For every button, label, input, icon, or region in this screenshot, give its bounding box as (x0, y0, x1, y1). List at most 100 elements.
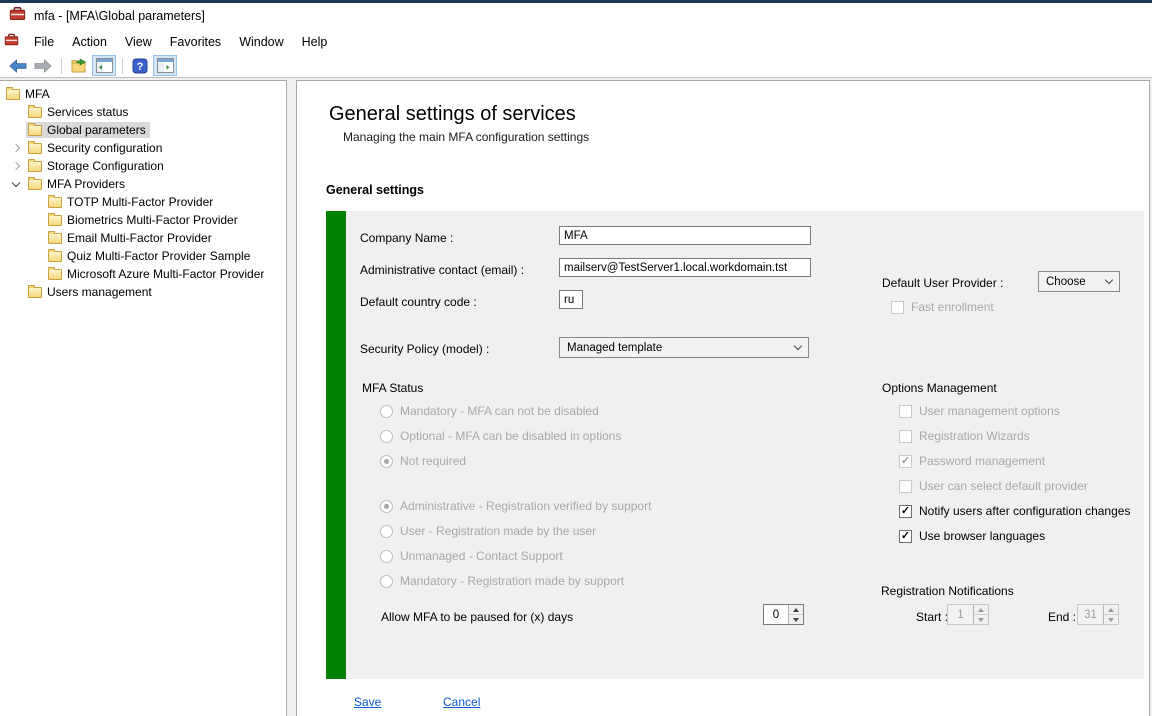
start-spinner[interactable]: 1 (947, 604, 989, 625)
back-icon[interactable] (6, 55, 30, 76)
page-subtitle: Managing the main MFA configuration sett… (343, 130, 589, 144)
end-spinner[interactable]: 31 (1077, 604, 1119, 625)
checkbox-registration-wizards[interactable]: Registration Wizards (899, 429, 1030, 443)
checkbox-user-management-options[interactable]: User management options (899, 404, 1060, 418)
end-value: 31 (1078, 605, 1103, 624)
registration-notifications-label: Registration Notifications (881, 584, 1014, 598)
radio-label: Unmanaged - Contact Support (400, 549, 563, 563)
checkbox-icon (899, 430, 912, 443)
radio-mfa-mandatory[interactable]: Mandatory - MFA can not be disabled (380, 404, 599, 418)
result-pane: General settings of services Managing th… (296, 80, 1150, 716)
tree-item-label: MFA (25, 87, 50, 101)
checkbox-notify-users[interactable]: Notify users after configuration changes (899, 504, 1130, 518)
radio-mfa-not-required[interactable]: Not required (380, 454, 466, 468)
chevron-down-icon[interactable] (8, 176, 24, 192)
mmc-window: mfa - [MFA\Global parameters] File Actio… (0, 0, 1152, 716)
checkbox-icon (899, 505, 912, 518)
cancel-button[interactable]: Cancel (443, 695, 480, 709)
folder-icon (6, 89, 20, 100)
menu-view[interactable]: View (116, 32, 161, 52)
radio-reg-administrative[interactable]: Administrative - Registration verified b… (380, 499, 651, 513)
spinner-down-icon[interactable] (789, 615, 803, 624)
forward-icon[interactable] (31, 55, 55, 76)
checkbox-label: Use browser languages (919, 529, 1045, 543)
default-user-provider-value: Choose (1046, 276, 1086, 288)
tree-item-mfa[interactable]: MFA (0, 85, 286, 103)
tree-item-services-status[interactable]: Services status (0, 103, 286, 121)
spinner-up-icon[interactable] (1104, 605, 1118, 615)
menu-window[interactable]: Window (230, 32, 292, 52)
tree-item-label: Users management (47, 285, 152, 299)
security-policy-select[interactable]: Managed template (559, 337, 809, 358)
tree-item-mfa-providers[interactable]: MFA Providers (0, 175, 286, 193)
tree-item-security-configuration[interactable]: Security configuration (0, 139, 286, 157)
tree-item-storage-configuration[interactable]: Storage Configuration (0, 157, 286, 175)
folder-icon (48, 269, 62, 280)
checkbox-label: User management options (919, 404, 1060, 418)
toolbar-separator (122, 58, 123, 74)
checkbox-label: Notify users after configuration changes (919, 504, 1130, 518)
menu-help[interactable]: Help (293, 32, 337, 52)
menu-favorites[interactable]: Favorites (161, 32, 230, 52)
tree-item-global-parameters[interactable]: Global parameters (0, 121, 286, 139)
checkbox-use-browser-languages[interactable]: Use browser languages (899, 529, 1045, 543)
checkbox-fast-enrollment[interactable]: Fast enrollment (891, 300, 994, 314)
default-user-provider-label: Default User Provider : (882, 276, 1003, 290)
radio-icon (380, 525, 393, 538)
menu-file[interactable]: File (25, 32, 63, 52)
folder-icon (28, 143, 42, 154)
radio-label: Not required (400, 454, 466, 468)
checkbox-icon (891, 301, 904, 314)
folder-icon (28, 287, 42, 298)
chevron-right-icon[interactable] (8, 158, 24, 174)
radio-mfa-optional[interactable]: Optional - MFA can be disabled in option… (380, 429, 621, 443)
folder-icon (48, 215, 62, 226)
show-action-pane-icon[interactable] (153, 55, 177, 76)
spinner-down-icon[interactable] (1104, 615, 1118, 624)
tree-item-label: Email Multi-Factor Provider (67, 231, 212, 245)
spinner-up-icon[interactable] (974, 605, 988, 615)
spinner-down-icon[interactable] (974, 615, 988, 624)
menu-action[interactable]: Action (63, 32, 116, 52)
radio-reg-user[interactable]: User - Registration made by the user (380, 524, 596, 538)
toolbox-icon (9, 5, 26, 27)
radio-reg-unmanaged[interactable]: Unmanaged - Contact Support (380, 549, 563, 563)
tree-item-totp-provider[interactable]: TOTP Multi-Factor Provider (0, 193, 286, 211)
save-button[interactable]: Save (354, 695, 381, 709)
section-header: General settings (326, 183, 424, 197)
menu-bar: File Action View Favorites Window Help (0, 29, 1152, 54)
chevron-down-icon (794, 342, 802, 350)
chevron-right-icon[interactable] (8, 140, 24, 156)
start-value: 1 (948, 605, 973, 624)
checkbox-password-management[interactable]: Password management (899, 454, 1045, 468)
radio-reg-mandatory[interactable]: Mandatory - Registration made by support (380, 574, 624, 588)
company-name-input[interactable]: MFA (559, 226, 811, 245)
tree-item-biometrics-provider[interactable]: Biometrics Multi-Factor Provider (0, 211, 286, 229)
country-code-input[interactable]: ru (559, 290, 583, 309)
radio-icon (380, 430, 393, 443)
export-list-icon[interactable] (67, 55, 91, 76)
help-icon[interactable]: ? (128, 55, 152, 76)
chevron-down-icon (1105, 276, 1113, 284)
admin-contact-input[interactable]: mailserv@TestServer1.local.workdomain.ts… (559, 258, 811, 277)
page-title: General settings of services (329, 103, 576, 126)
tree-item-azure-provider[interactable]: Microsoft Azure Multi-Factor Provider (0, 265, 286, 283)
folder-icon (28, 161, 42, 172)
title-bar: mfa - [MFA\Global parameters] (0, 3, 1152, 29)
show-console-tree-icon[interactable] (92, 55, 116, 76)
console-tree: MFA Services status Global parameters Se… (0, 80, 287, 716)
tree-item-users-management[interactable]: Users management (0, 283, 286, 301)
tree-item-quiz-provider[interactable]: Quiz Multi-Factor Provider Sample (0, 247, 286, 265)
folder-icon (28, 179, 42, 190)
folder-icon (48, 233, 62, 244)
spinner-up-icon[interactable] (789, 605, 803, 615)
radio-icon (380, 575, 393, 588)
options-management-label: Options Management (882, 381, 997, 395)
pause-days-spinner[interactable]: 0 (763, 604, 804, 625)
end-label: End : (1048, 610, 1076, 624)
checkbox-user-can-select-default-provider[interactable]: User can select default provider (899, 479, 1088, 493)
tree-item-email-provider[interactable]: Email Multi-Factor Provider (0, 229, 286, 247)
default-user-provider-select[interactable]: Choose (1038, 271, 1120, 292)
checkbox-icon (899, 530, 912, 543)
content-area: MFA Services status Global parameters Se… (0, 78, 1152, 716)
